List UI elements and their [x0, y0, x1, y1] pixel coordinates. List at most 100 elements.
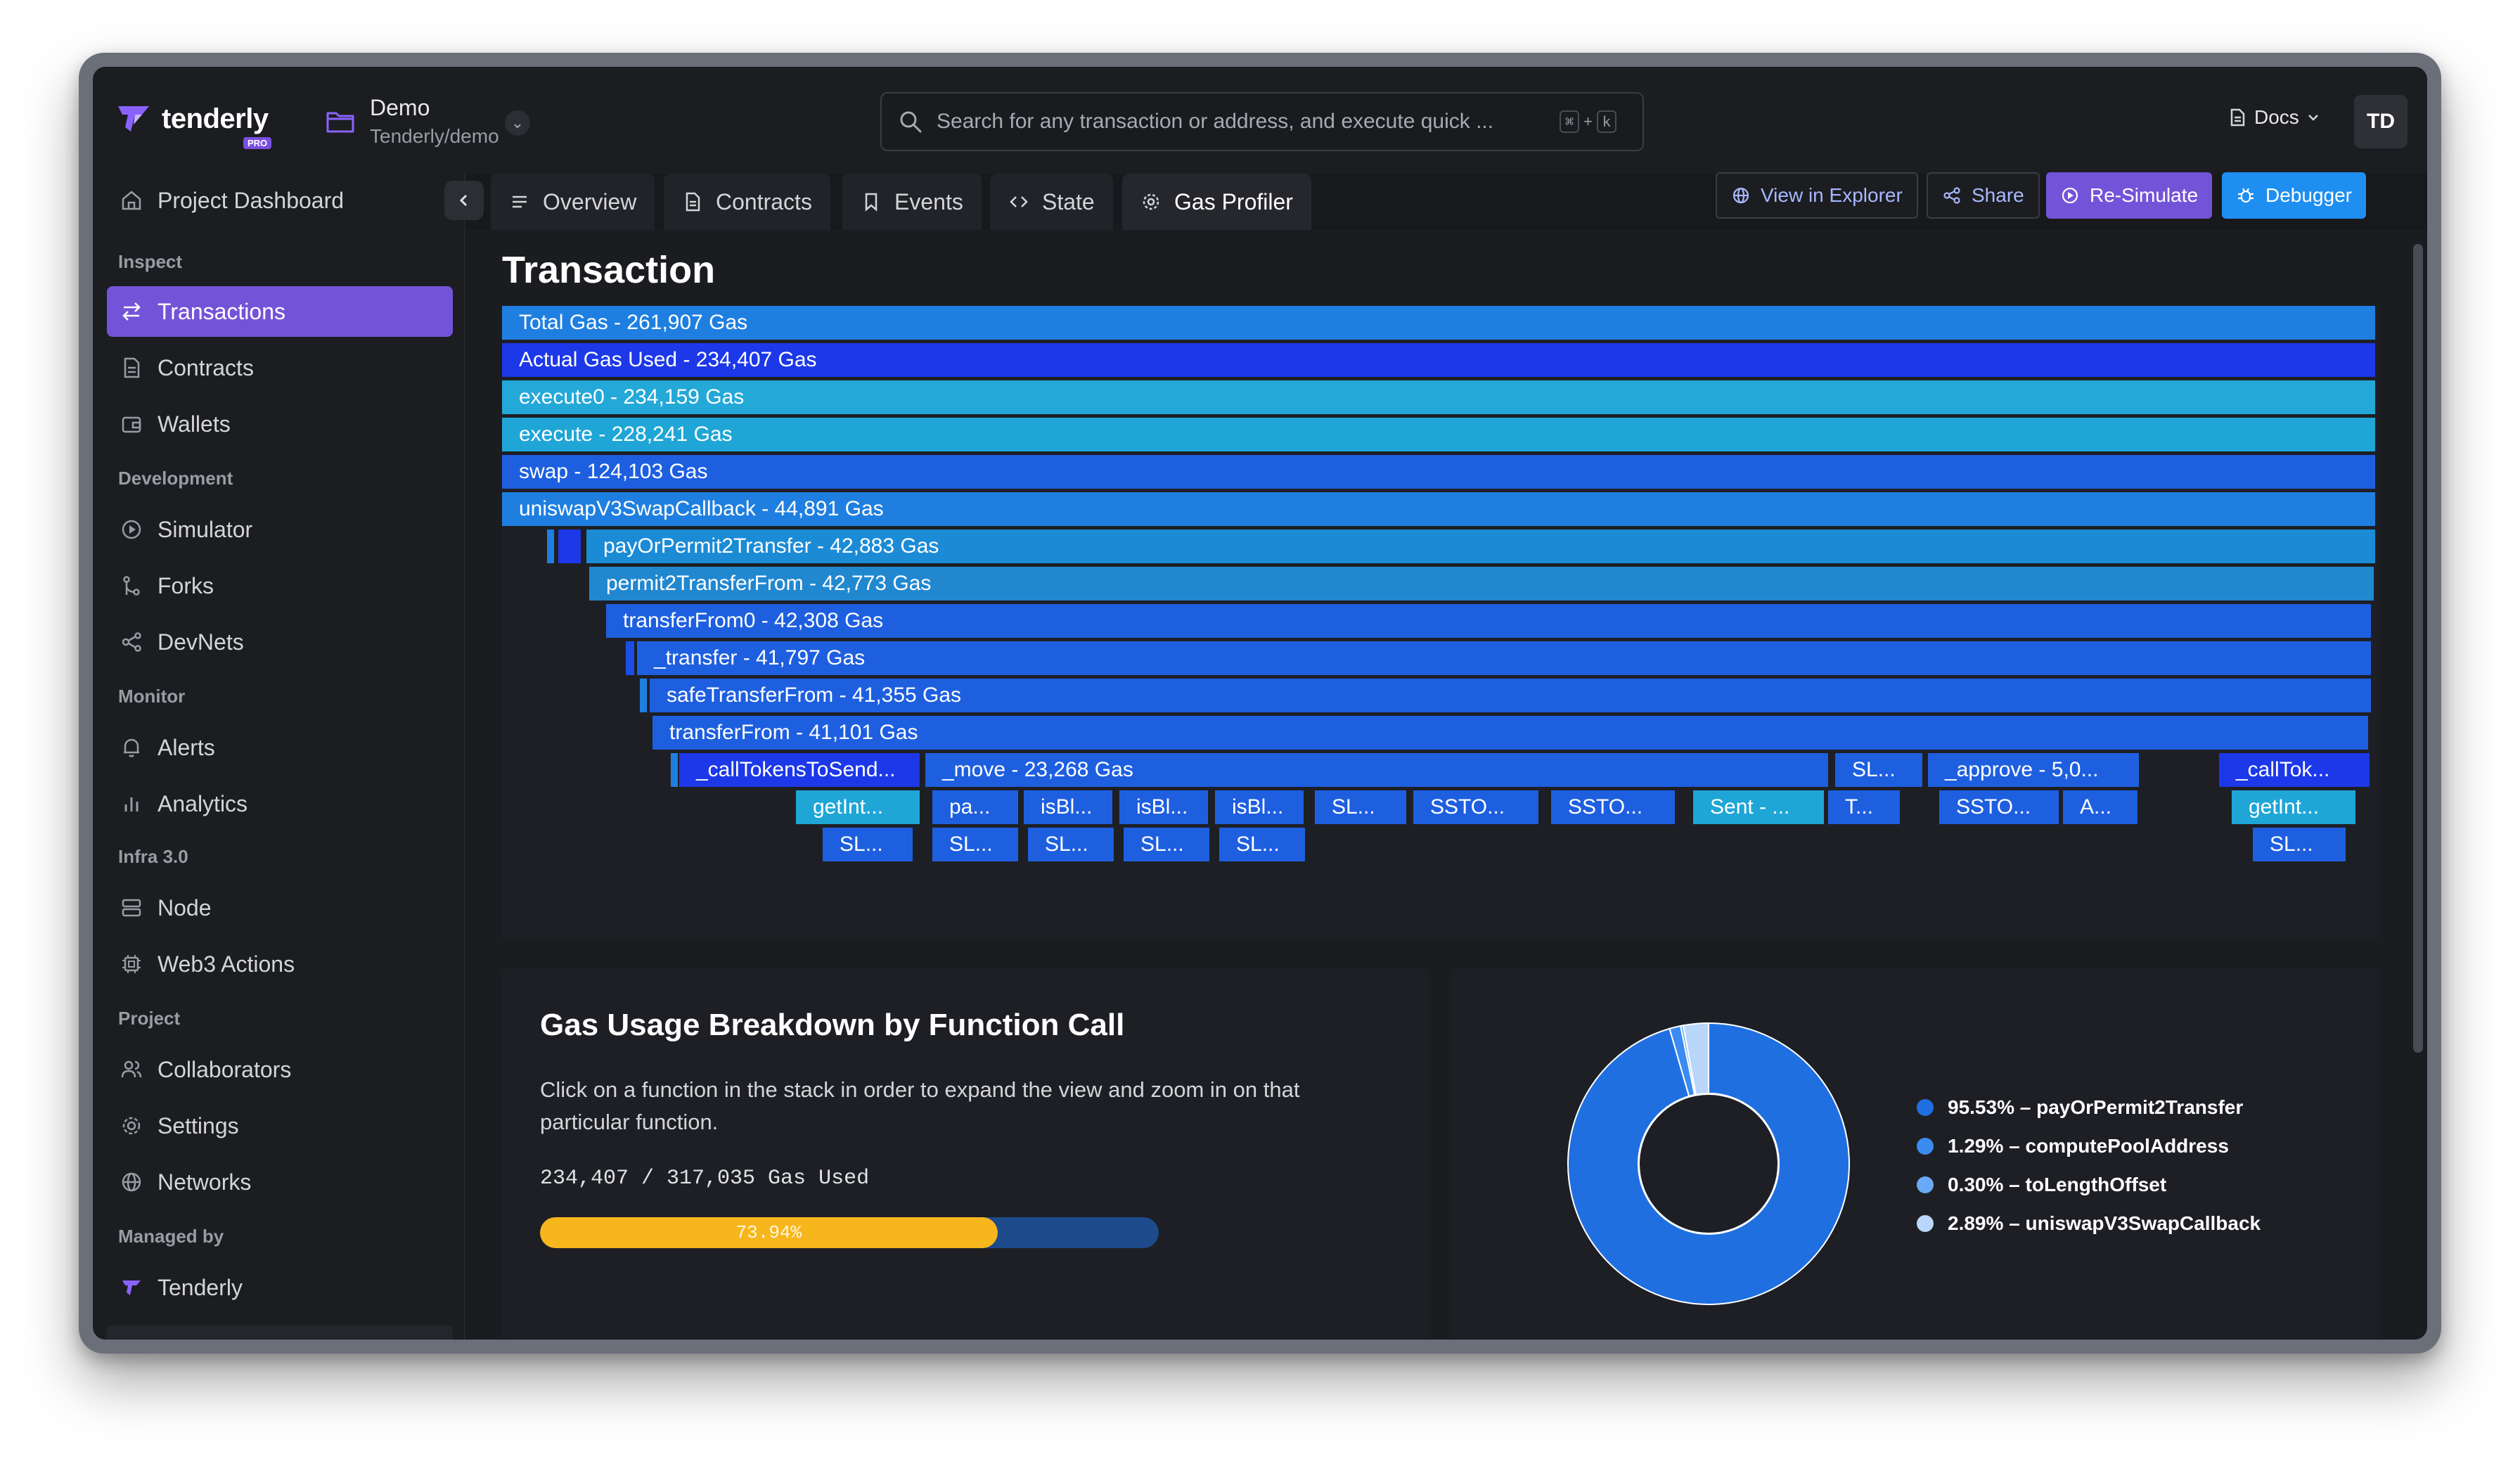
tab-gas-profiler[interactable]: Gas Profiler	[1122, 174, 1311, 230]
docs-label: Docs	[2254, 106, 2299, 128]
progress-label: 73.94%	[735, 1222, 802, 1243]
flame-frame[interactable]: isBl...	[1119, 790, 1208, 824]
flame-frame[interactable]: uniswapV3SwapCallback - 44,891 Gas	[502, 492, 2375, 526]
sidebar-item-wallets[interactable]: Wallets	[107, 399, 453, 449]
chevron-down-icon[interactable]: ⌄	[505, 110, 530, 136]
bug-icon	[2238, 188, 2254, 203]
flame-frame[interactable]: permit2TransferFrom - 42,773 Gas	[589, 567, 2374, 601]
sidebar-item-simulator[interactable]: Simulator	[107, 504, 453, 555]
flame-frame[interactable]: SSTO...	[1413, 790, 1538, 824]
scrollbar[interactable]	[2413, 244, 2423, 1053]
globe-icon	[122, 1172, 141, 1192]
flame-graph-panel: Total Gas - 261,907 Gas Actual Gas Used …	[502, 306, 2379, 939]
legend-label: 1.29% – computePoolAddress	[1948, 1134, 2229, 1157]
flame-frame[interactable]: Total Gas - 261,907 Gas	[502, 306, 2375, 340]
legend-item[interactable]: 95.53% – payOrPermit2Transfer	[1917, 1088, 2261, 1127]
legend-item[interactable]: 1.29% – computePoolAddress	[1917, 1127, 2261, 1165]
flame-frame[interactable]: A...	[2063, 790, 2138, 824]
project-name: Demo	[370, 95, 430, 120]
share-button[interactable]: Share	[1927, 172, 2040, 219]
flame-frame[interactable]: SSTO...	[1939, 790, 2059, 824]
flame-frame[interactable]	[671, 753, 678, 787]
sidebar-item-devnets[interactable]: DevNets	[107, 617, 453, 667]
list-icon	[513, 195, 527, 208]
user-avatar[interactable]: TD	[2354, 95, 2408, 148]
bar-chart-icon	[124, 797, 139, 811]
sidebar-item-contracts[interactable]: Contracts	[107, 342, 453, 393]
flame-frame[interactable]: SL...	[823, 828, 913, 861]
docs-menu[interactable]: Docs	[2228, 106, 2320, 129]
flame-frame[interactable]: _move - 23,268 Gas	[925, 753, 1828, 787]
flame-frame[interactable]: execute0 - 234,159 Gas	[502, 380, 2375, 414]
flame-frame[interactable]: SL...	[1219, 828, 1305, 861]
flame-frame[interactable]: SL...	[1124, 828, 1209, 861]
flame-frame[interactable]: SL...	[2253, 828, 2346, 861]
tab-contracts[interactable]: Contracts	[664, 174, 830, 230]
flame-frame[interactable]: transferFrom - 41,101 Gas	[652, 716, 2368, 750]
sidebar-item-web3-actions[interactable]: Web3 Actions	[107, 939, 453, 989]
sidebar-footer	[107, 1326, 453, 1340]
sidebar-item-project-dashboard[interactable]: Project Dashboard	[107, 175, 453, 226]
flame-frame[interactable]: SSTO...	[1551, 790, 1675, 824]
project-selector[interactable]: Demo Tenderly/demo	[325, 95, 499, 148]
breakdown-title: Gas Usage Breakdown by Function Call	[540, 1008, 1125, 1042]
search-bar[interactable]: ⌘ + k	[880, 92, 1644, 151]
flame-frame[interactable]	[547, 529, 554, 563]
tenderly-logo[interactable]: tenderly	[114, 99, 269, 139]
flame-frame[interactable]: payOrPermit2Transfer - 42,883 Gas	[586, 529, 2375, 563]
sidebar-item-transactions[interactable]: Transactions	[107, 286, 453, 337]
flame-frame[interactable]: execute - 228,241 Gas	[502, 418, 2375, 451]
sidebar-item-analytics[interactable]: Analytics	[107, 778, 453, 829]
tab-events[interactable]: Events	[842, 174, 982, 230]
flame-frame[interactable]: transferFrom0 - 42,308 Gas	[606, 604, 2371, 638]
flame-frame[interactable]: swap - 124,103 Gas	[502, 455, 2375, 489]
wallet-icon	[122, 416, 141, 433]
flame-frame[interactable]: _transfer - 41,797 Gas	[637, 641, 2371, 675]
flame-frame[interactable]: SL...	[1835, 753, 1922, 787]
flame-frame[interactable]: _callTok...	[2219, 753, 2370, 787]
flame-frame[interactable]: SL...	[932, 828, 1018, 861]
tab-state[interactable]: State	[990, 174, 1113, 230]
project-slug: Tenderly/demo	[370, 125, 499, 147]
resimulate-button[interactable]: Re-Simulate	[2046, 172, 2213, 219]
sidebar-item-alerts[interactable]: Alerts	[107, 722, 453, 773]
app-screen: tenderly PRO Demo Tenderly/demo ⌄ ⌘ +	[93, 67, 2427, 1340]
donut-legend: 95.53% – payOrPermit2Transfer 1.29% – com…	[1917, 1088, 2261, 1243]
flame-frame[interactable]: getInt...	[2232, 790, 2355, 824]
flame-frame[interactable]: SL...	[1028, 828, 1114, 861]
legend-item[interactable]: 0.30% – toLengthOffset	[1917, 1165, 2261, 1204]
legend-label: 2.89% – uniswapV3SwapCallback	[1948, 1212, 2261, 1234]
flame-frame[interactable]: safeTransferFrom - 41,355 Gas	[650, 679, 2371, 712]
file-icon	[124, 357, 140, 378]
tab-label: State	[1042, 188, 1095, 214]
debugger-button[interactable]: Debugger	[2222, 172, 2366, 219]
bookmark-icon	[865, 193, 878, 212]
flame-frame[interactable]: _callTokensToSend...	[679, 753, 920, 787]
flame-frame[interactable]	[640, 679, 647, 712]
flame-frame[interactable]: getInt...	[796, 790, 920, 824]
flame-frame[interactable]	[558, 529, 581, 563]
sidebar-item-forks[interactable]: Forks	[107, 560, 453, 611]
sidebar-item-label: Analytics	[158, 790, 248, 816]
flame-frame[interactable]: Sent - ...	[1693, 790, 1824, 824]
sidebar-item-collaborators[interactable]: Collaborators	[107, 1044, 453, 1095]
view-in-explorer-button[interactable]: View in Explorer	[1716, 172, 1918, 219]
flame-frame[interactable]: isBl...	[1215, 790, 1304, 824]
page-title: Transaction	[502, 249, 716, 291]
brand-name: tenderly	[162, 103, 269, 134]
flame-frame[interactable]: pa...	[932, 790, 1018, 824]
sidebar-item-settings[interactable]: Settings	[107, 1100, 453, 1151]
search-input[interactable]	[937, 110, 1555, 134]
legend-item[interactable]: 2.89% – uniswapV3SwapCallback	[1917, 1204, 2261, 1243]
flame-frame[interactable]: SL...	[1315, 790, 1406, 824]
flame-frame[interactable]: T...	[1828, 790, 1900, 824]
flame-frame[interactable]: Actual Gas Used - 234,407 Gas	[502, 343, 2375, 377]
sidebar-item-networks[interactable]: Networks	[107, 1157, 453, 1207]
flame-frame[interactable]: _approve - 5,0...	[1928, 753, 2139, 787]
flame-frame[interactable]	[626, 641, 634, 675]
tab-overview[interactable]: Overview	[491, 174, 655, 230]
sidebar-item-tenderly[interactable]: Tenderly	[107, 1262, 453, 1313]
collapse-sidebar-button[interactable]	[444, 181, 484, 220]
sidebar-item-node[interactable]: Node	[107, 882, 453, 933]
flame-frame[interactable]: isBl...	[1024, 790, 1112, 824]
